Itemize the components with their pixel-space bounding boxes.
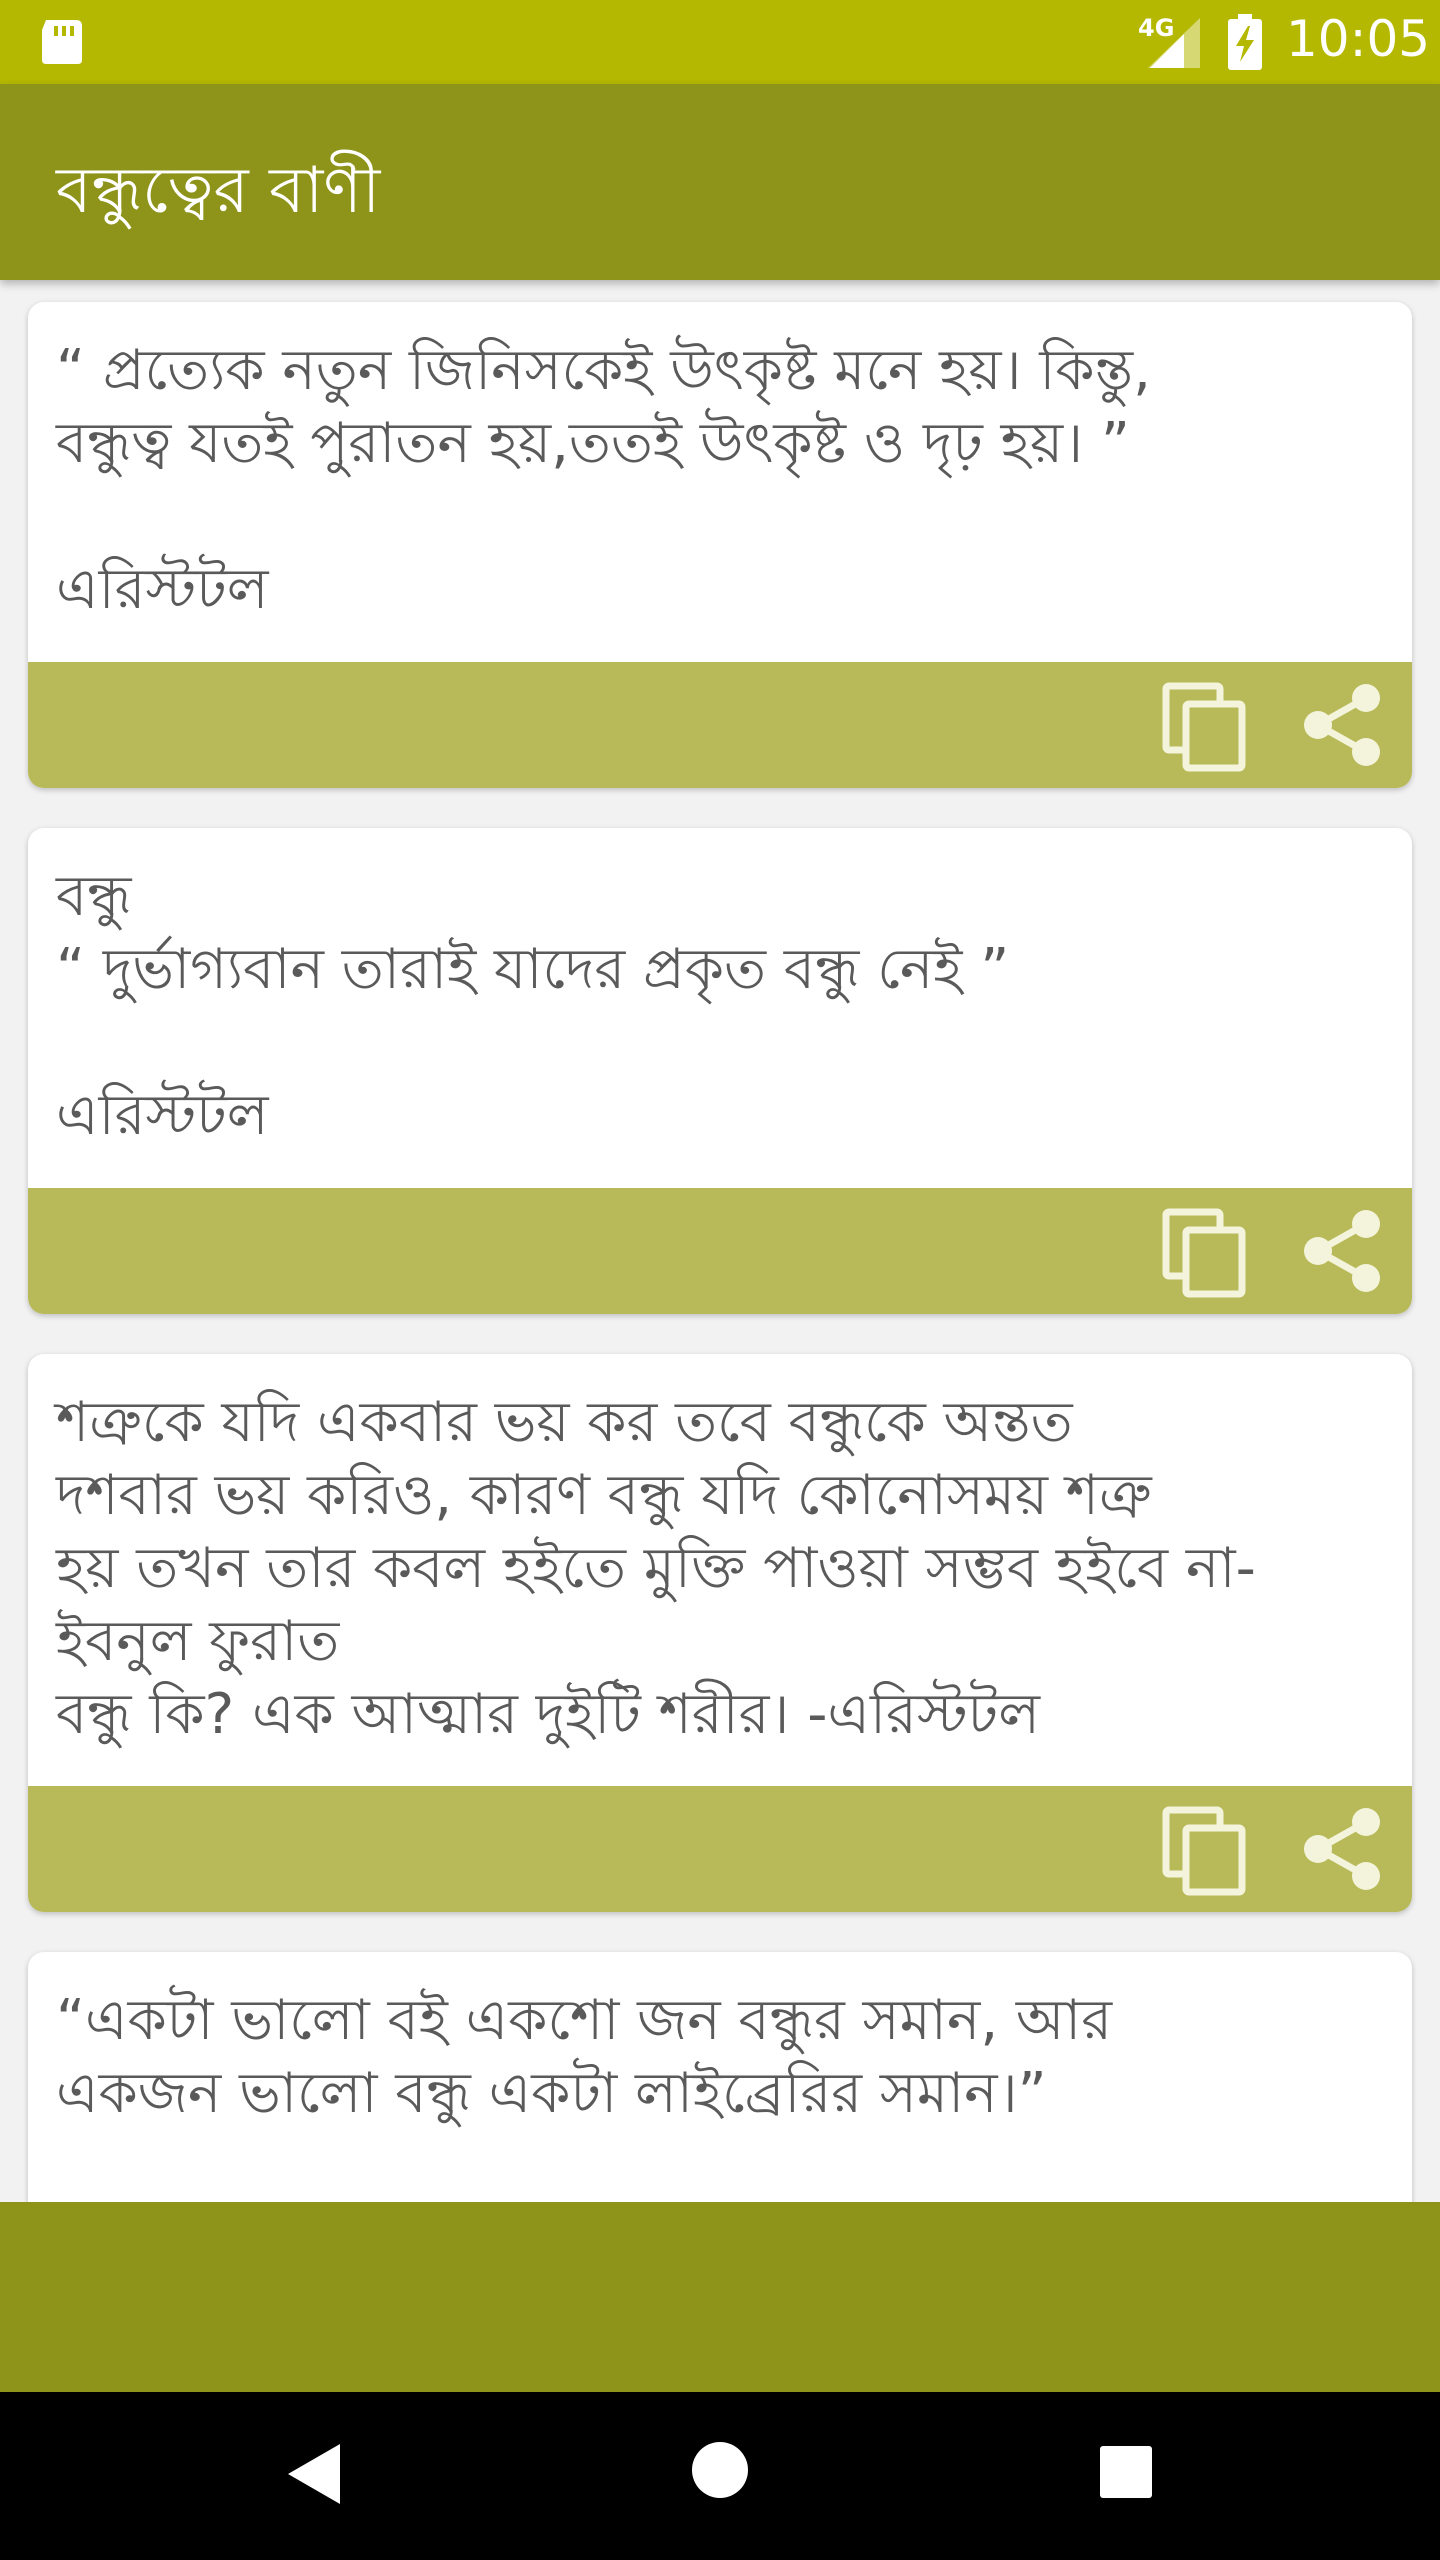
signal-icon bbox=[1148, 18, 1200, 68]
quote-text: “ প্রত্যেক নতুন জিনিসকেই উৎকৃষ্ট মনে হয়… bbox=[56, 338, 1151, 622]
card-action-bar bbox=[28, 662, 1412, 788]
sd-card-icon bbox=[42, 20, 82, 64]
quote-card: “ প্রত্যেক নতুন জিনিসকেই উৎকৃষ্ট মনে হয়… bbox=[28, 302, 1412, 788]
copy-icon[interactable] bbox=[1162, 682, 1248, 772]
share-icon[interactable] bbox=[1300, 1208, 1386, 1294]
quote-text: বন্ধু “ দুর্ভাগ্যবান তারাই যাদের প্রকৃত … bbox=[56, 864, 1010, 1148]
app-title: বন্ধুত্বের বাণী bbox=[56, 154, 381, 228]
clock: 10:05 bbox=[1286, 10, 1431, 68]
quote-card: বন্ধু “ দুর্ভাগ্যবান তারাই যাদের প্রকৃত … bbox=[28, 828, 1412, 1314]
card-action-bar bbox=[28, 1188, 1412, 1314]
share-icon[interactable] bbox=[1300, 1806, 1386, 1892]
quote-text: শত্রুকে যদি একবার ভয় কর তবে বন্ধুকে অন্… bbox=[56, 1390, 1256, 1747]
copy-icon[interactable] bbox=[1162, 1806, 1248, 1896]
share-icon[interactable] bbox=[1300, 682, 1386, 768]
card-action-bar bbox=[28, 1786, 1412, 1912]
quote-card: “একটা ভালো বই একশো জন বন্ধুর সমান, আর এক… bbox=[28, 1952, 1412, 2202]
quote-list[interactable]: “ প্রত্যেক নতুন জিনিসকেই উৎকৃষ্ট মনে হয়… bbox=[0, 280, 1440, 2202]
battery-charging-icon bbox=[1228, 14, 1262, 70]
recents-icon[interactable] bbox=[1098, 2444, 1154, 2500]
home-icon[interactable] bbox=[690, 2440, 750, 2500]
status-bar: 4G 10:05 bbox=[0, 0, 1440, 84]
app-bar: বন্ধুত্বের বাণী bbox=[0, 84, 1440, 280]
navigation-bar bbox=[0, 2392, 1440, 2560]
quote-card: শত্রুকে যদি একবার ভয় কর তবে বন্ধুকে অন্… bbox=[28, 1354, 1412, 1912]
copy-icon[interactable] bbox=[1162, 1208, 1248, 1298]
ad-banner[interactable] bbox=[0, 2202, 1440, 2392]
quote-text: “একটা ভালো বই একশো জন বন্ধুর সমান, আর এক… bbox=[56, 1988, 1113, 2126]
back-icon[interactable] bbox=[284, 2440, 344, 2508]
